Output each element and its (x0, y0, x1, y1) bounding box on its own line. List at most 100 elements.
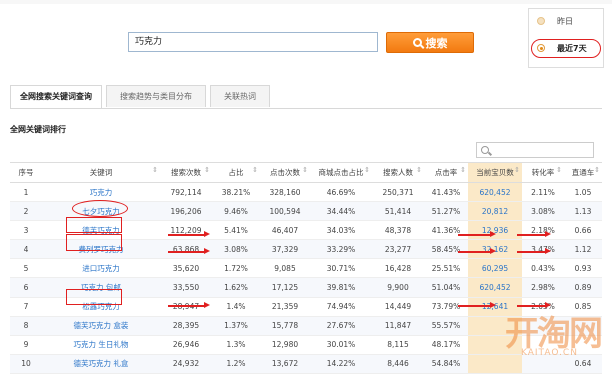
table-cell: 51,414 (372, 201, 424, 222)
table-cell: 3.08% (522, 201, 564, 222)
item-count-link[interactable] (468, 335, 522, 355)
annotation-arrow (458, 248, 496, 254)
table-cell: 0.93 (564, 258, 602, 279)
table-cell: 1.37% (212, 316, 260, 336)
table-cell: 8,446 (372, 354, 424, 374)
item-count-link[interactable] (468, 316, 522, 336)
table-cell (522, 354, 564, 374)
col-header[interactable]: 转化率 (522, 162, 564, 183)
table-cell: 3 (10, 220, 42, 241)
table-cell: 3.08% (212, 239, 260, 260)
search-icon (481, 146, 489, 154)
col-header[interactable]: 点击率 (424, 162, 468, 183)
table-cell: 14,449 (372, 297, 424, 317)
col-header[interactable]: 占比 (212, 162, 260, 183)
table-cell: 51.27% (424, 201, 468, 222)
table-cell: 33,550 (160, 277, 212, 298)
table-cell: 12,980 (260, 335, 310, 355)
annotation-arrow (458, 302, 496, 308)
table-filter-input[interactable] (476, 142, 594, 158)
tab-trend-category[interactable]: 搜索趋势与类目分布 (106, 85, 206, 107)
keyword-link[interactable]: 巧克力 (42, 182, 160, 203)
table-cell: 28,395 (160, 316, 212, 336)
col-header[interactable]: 搜索次数 (160, 162, 212, 183)
keyword-link[interactable]: 巧克力 生日礼物 (42, 335, 160, 355)
table-cell: 0.66 (564, 220, 602, 241)
table-cell: 46,407 (260, 220, 310, 241)
table-cell: 9 (10, 335, 42, 355)
table-cell: 11,847 (372, 316, 424, 336)
table-cell: 58.45% (424, 239, 468, 260)
keyword-table: 序号 关键词 搜索次数 占比 点击次数 商城点击占比 搜索人数 点击率 当前宝贝… (10, 162, 602, 374)
table-cell: 100,594 (260, 201, 310, 222)
table-cell: 55.57% (424, 316, 468, 336)
table-cell: 2 (10, 201, 42, 222)
radio-yesterday[interactable] (537, 17, 545, 25)
keyword-link[interactable]: 德芙巧克力 礼盒 (42, 354, 160, 374)
annotation-ellipse (72, 200, 128, 217)
item-count-link[interactable]: 620,452 (468, 277, 522, 298)
table-cell: 25.51% (424, 258, 468, 279)
table-cell: 1 (10, 182, 42, 203)
table-cell: 1.72% (212, 258, 260, 279)
table-cell (522, 335, 564, 355)
table-cell: 9,900 (372, 277, 424, 298)
table-cell: 46.69% (310, 182, 372, 203)
range-option-yesterday[interactable]: 昨日 (557, 16, 573, 27)
table-cell: 14.22% (310, 354, 372, 374)
table-cell: 74.94% (310, 297, 372, 317)
col-header: 序号 (10, 162, 42, 183)
table-cell: 1.2% (212, 354, 260, 374)
tab-bar: 全网搜索关键词查询 搜索趋势与类目分布 关联热词 (10, 85, 602, 109)
keyword-link[interactable]: 德芙巧克力 盒装 (42, 316, 160, 336)
table-cell: 5 (10, 258, 42, 279)
table-cell: 30.01% (310, 335, 372, 355)
item-count-link[interactable]: 620,452 (468, 182, 522, 203)
search-bar: 巧克力 搜索 (0, 26, 612, 60)
col-header[interactable]: 点击次数 (260, 162, 310, 183)
table-cell: 8 (10, 316, 42, 336)
col-header[interactable]: 当前宝贝数 (468, 162, 522, 183)
table-cell: 37,329 (260, 239, 310, 260)
col-header[interactable]: 关键词 (42, 162, 160, 183)
table-cell (564, 335, 602, 355)
col-header[interactable]: 商城点击占比 (310, 162, 372, 183)
annotation-arrow (168, 302, 210, 308)
table-cell: 10 (10, 354, 42, 374)
table-row: 10 德芙巧克力 礼盒 24,932 1.2% 13,672 14.22% 8,446 54.… (10, 354, 602, 374)
table-row: 1 巧克力 792,114 38.21% 328,160 46.69% 250,371 41.… (10, 182, 602, 203)
table-cell: 8,115 (372, 335, 424, 355)
tab-keyword-query[interactable]: 全网搜索关键词查询 (10, 85, 102, 108)
top-strip (0, 0, 612, 4)
item-count-link[interactable] (468, 354, 522, 374)
table-cell: 1.12 (564, 239, 602, 260)
item-count-link[interactable]: 20,812 (468, 201, 522, 222)
keyword-link[interactable]: 进口巧克力 (42, 258, 160, 279)
col-header[interactable]: 搜索人数 (372, 162, 424, 183)
table-row: 8 德芙巧克力 盒装 28,395 1.37% 15,778 27.67% 11,847 55… (10, 316, 602, 336)
annotation-circle (531, 39, 601, 58)
table-cell: 39.81% (310, 277, 372, 298)
table-cell: 1.05 (564, 182, 602, 203)
table-cell: 35,620 (160, 258, 212, 279)
table-cell: 1.3% (212, 335, 260, 355)
table-cell: 26,946 (160, 335, 212, 355)
table-cell: 17,125 (260, 277, 310, 298)
item-count-link[interactable]: 60,295 (468, 258, 522, 279)
table-cell: 34.03% (310, 220, 372, 241)
table-cell: 54.84% (424, 354, 468, 374)
tab-related-words[interactable]: 关联热词 (210, 85, 270, 107)
search-input[interactable]: 巧克力 (128, 32, 378, 52)
search-button-label: 搜索 (425, 36, 448, 50)
table-cell: 1.13 (564, 201, 602, 222)
section-title: 全网关键词排行 (10, 125, 66, 134)
annotation-box (66, 234, 122, 251)
annotation-arrow (168, 248, 210, 254)
col-header[interactable]: 直通车 (564, 162, 602, 183)
table-cell: 38.21% (212, 182, 260, 203)
table-cell: 9.46% (212, 201, 260, 222)
table-cell: 34.44% (310, 201, 372, 222)
search-icon (412, 38, 422, 47)
search-button[interactable]: 搜索 (386, 32, 474, 53)
annotation-arrow (517, 248, 551, 254)
